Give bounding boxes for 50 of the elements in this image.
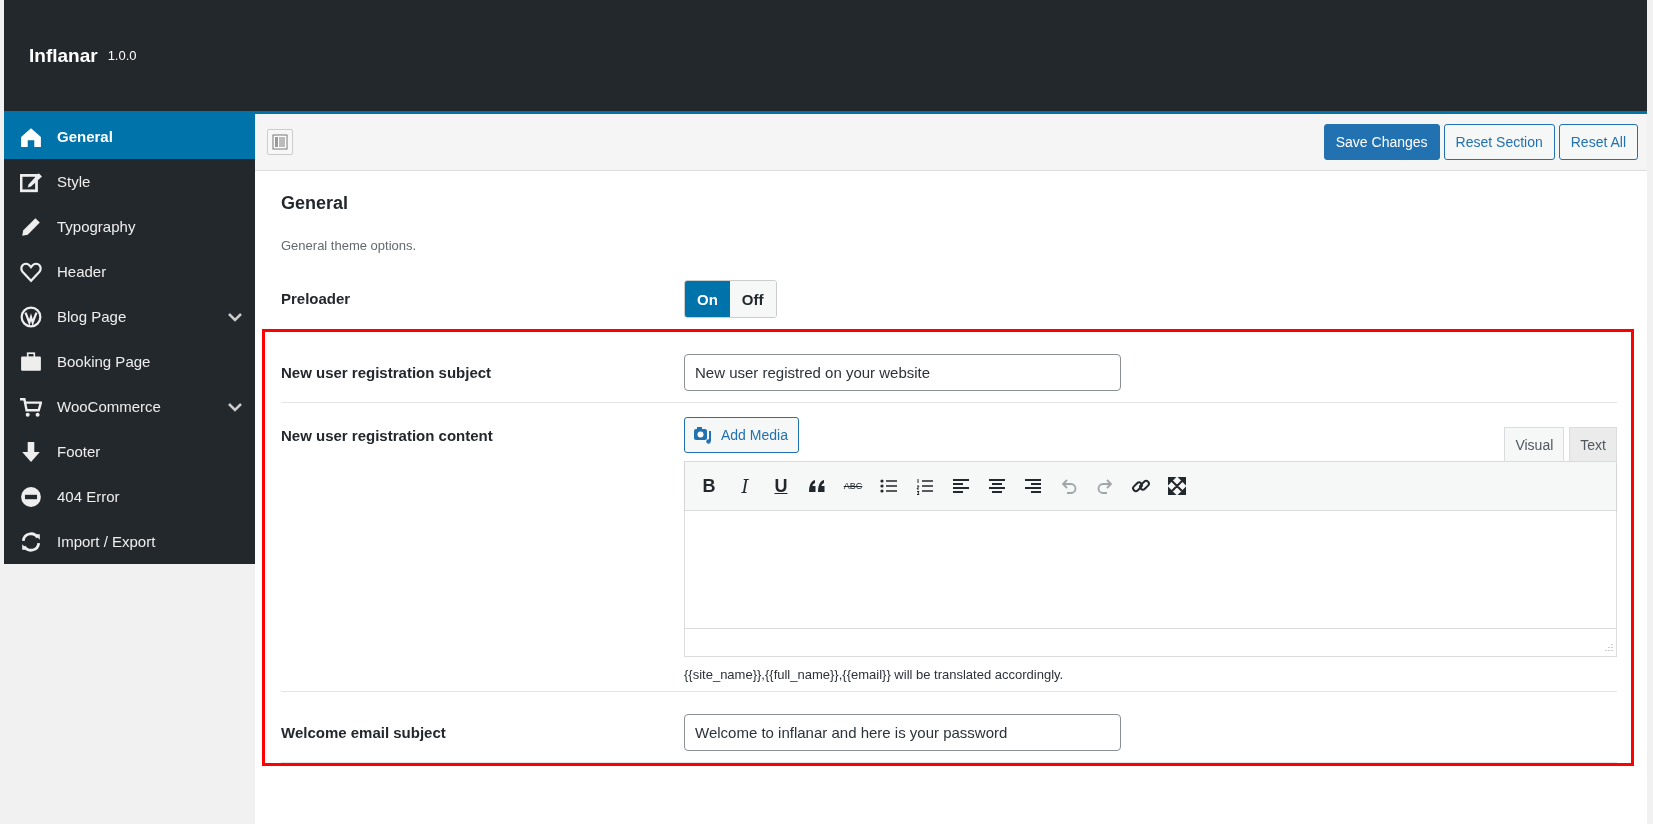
format-button[interactable]: I — [733, 475, 757, 497]
input-field[interactable]: New user registred on your website — [684, 354, 1121, 391]
sidebar-item[interactable]: General — [4, 114, 255, 159]
layout-icon — [272, 134, 288, 150]
app-name: Inflanar — [29, 44, 98, 67]
section-description: General theme options. — [281, 238, 418, 253]
heart-icon — [20, 260, 42, 283]
editor-tab[interactable]: Visual — [1504, 427, 1565, 461]
align-right-icon[interactable] — [1023, 476, 1043, 496]
rich-text-editor[interactable]: B I U ABC — [684, 461, 1617, 657]
cart-icon — [20, 395, 42, 418]
numbered-list-icon[interactable] — [915, 476, 935, 496]
briefcase-icon — [20, 350, 42, 373]
minus-circle-icon — [20, 485, 42, 508]
layout-toggle-button[interactable] — [267, 129, 293, 155]
toolbar-button[interactable]: Reset All — [1558, 124, 1638, 160]
field-label: New user registration subject — [281, 363, 493, 383]
sidebar-item[interactable]: Footer — [4, 429, 255, 474]
sidebar-item[interactable]: Typography — [4, 204, 255, 249]
field-hint: {{site_name}},{{full_name}},{{email}} will be translated accordingly. — [684, 667, 1065, 682]
align-left-icon[interactable] — [951, 476, 971, 496]
field-label: New user registration content — [281, 426, 494, 446]
edit-icon — [20, 170, 42, 193]
sidebar-item[interactable]: 404 Error — [4, 474, 255, 519]
toolbar-button[interactable]: Save Changes — [1323, 124, 1440, 160]
field-label: Preloader — [281, 289, 352, 309]
align-center-icon[interactable] — [987, 476, 1007, 496]
fullscreen-icon[interactable] — [1167, 476, 1187, 496]
resize-grip-icon[interactable] — [1603, 643, 1613, 653]
app-version: 1.0.0 — [107, 48, 137, 63]
refresh-icon — [20, 530, 42, 553]
format-button[interactable]: B — [697, 475, 721, 497]
format-button[interactable]: U — [769, 475, 793, 497]
arrow-down-icon — [20, 440, 42, 463]
sidebar-item[interactable]: Header — [4, 249, 255, 294]
sidebar-item[interactable]: Booking Page — [4, 339, 255, 384]
sidebar-item[interactable]: Blog Page — [4, 294, 255, 339]
toolbar-button[interactable]: Reset Section — [1443, 124, 1555, 160]
pencil-icon — [20, 215, 42, 238]
sidebar-item[interactable]: Style — [4, 159, 255, 204]
toggle-option[interactable]: On — [685, 281, 730, 317]
input-field[interactable]: Welcome to inflanar and here is your password — [684, 714, 1121, 751]
sidebar-item[interactable]: Import / Export — [4, 519, 255, 564]
toggle-option[interactable]: Off — [729, 281, 776, 317]
sidebar-item[interactable]: WooCommerce — [4, 384, 255, 429]
field-label: Welcome email subject — [281, 723, 447, 743]
section-title: General — [281, 193, 350, 214]
strikethrough-button[interactable]: ABC — [839, 481, 867, 491]
editor-tab[interactable]: Text — [1569, 427, 1617, 461]
add-media-button[interactable]: Add Media — [684, 417, 799, 453]
